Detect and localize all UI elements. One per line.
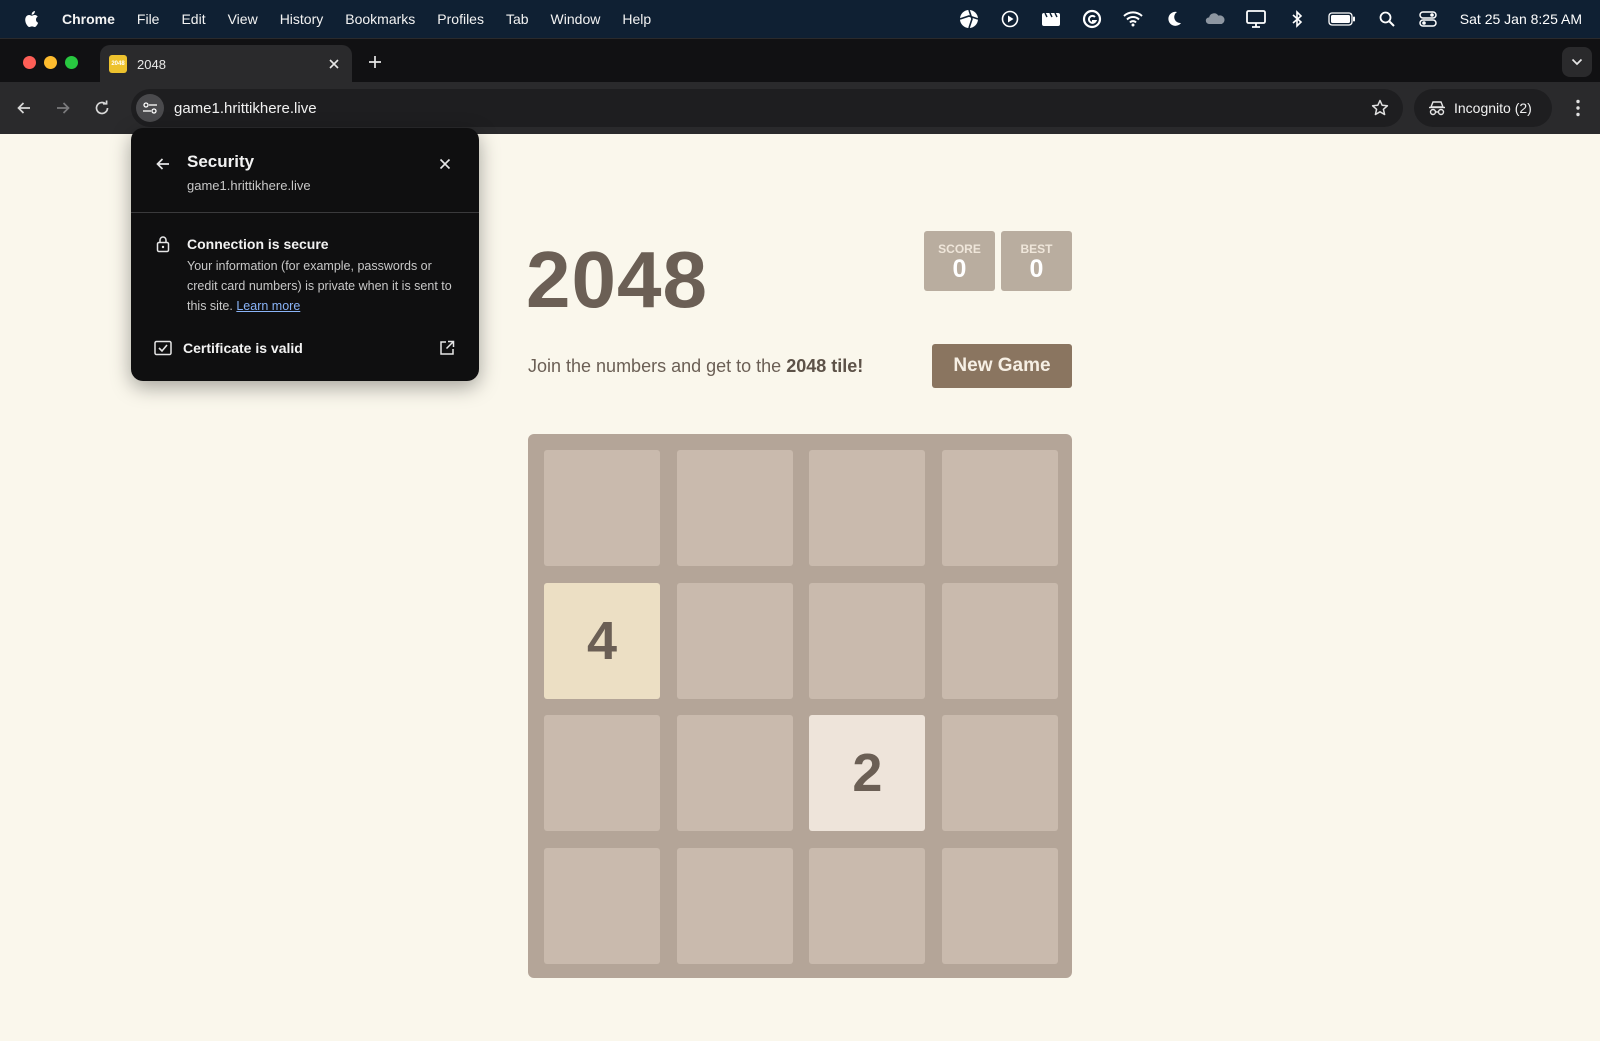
tab-2048[interactable]: 2048 2048 (100, 45, 352, 83)
back-arrow-icon[interactable] (12, 96, 36, 120)
game-intro: Join the numbers and get to the 2048 til… (528, 356, 863, 377)
site-info-tune-icon[interactable] (136, 94, 164, 122)
grid-cell-empty (544, 715, 660, 832)
grid-cell-empty (676, 715, 793, 832)
aperture-icon[interactable] (959, 9, 979, 29)
forward-arrow-icon[interactable] (51, 96, 75, 120)
connection-body: Your information (for example, passwords… (187, 256, 461, 316)
play-circle-icon[interactable] (1000, 9, 1020, 29)
macos-menu-bar: Chrome File Edit View History Bookmarks … (0, 0, 1600, 38)
search-icon[interactable] (1377, 9, 1397, 29)
incognito-profile-button[interactable]: Incognito (2) (1414, 89, 1552, 127)
game-title: 2048 (526, 235, 708, 324)
certificate-valid-item[interactable]: Certificate is valid (183, 340, 303, 356)
window-minimize-button[interactable] (44, 56, 57, 69)
clapper-icon[interactable] (1041, 9, 1061, 29)
grid-cell-empty (942, 450, 1059, 566)
url-text[interactable]: game1.hrittikhere.live (174, 100, 1369, 117)
bluetooth-icon[interactable] (1287, 9, 1307, 29)
plus-icon[interactable] (364, 51, 386, 73)
tile-2: 2 (809, 715, 926, 832)
score-label: SCORE (938, 242, 981, 256)
back-arrow-icon[interactable] (153, 154, 173, 174)
grammarly-icon[interactable] (1082, 9, 1102, 29)
wifi-icon[interactable] (1123, 9, 1143, 29)
incognito-icon (1428, 99, 1446, 117)
grid-cell-empty (676, 848, 793, 965)
tab-title: 2048 (137, 56, 166, 72)
more-vertical-icon[interactable] (1566, 96, 1590, 120)
menubar-status-area: Sat 25 Jan 8:25 AM (938, 0, 1582, 38)
menu-window[interactable]: Window (551, 11, 601, 27)
address-bar[interactable]: game1.hrittikhere.live (131, 89, 1403, 127)
grid-cell-empty (676, 450, 793, 566)
incognito-label: Incognito (2) (1454, 100, 1532, 116)
menubar-clock[interactable]: Sat 25 Jan 8:25 AM (1460, 11, 1582, 27)
grid-cell-empty (544, 848, 660, 965)
tab-favicon-icon: 2048 (109, 55, 127, 73)
external-link-icon[interactable] (437, 338, 457, 358)
display-icon[interactable] (1245, 9, 1266, 29)
apple-logo-icon[interactable] (22, 10, 40, 28)
close-icon[interactable] (435, 154, 455, 174)
grid-cell-empty (809, 848, 926, 965)
popup-host: game1.hrittikhere.live (187, 178, 311, 193)
cloud-icon[interactable] (1205, 9, 1225, 29)
menu-view[interactable]: View (228, 11, 258, 27)
menu-edit[interactable]: Edit (181, 11, 205, 27)
menu-tab[interactable]: Tab (506, 11, 529, 27)
score-box: SCORE 0 (924, 231, 995, 291)
popup-title: Security (187, 152, 255, 171)
grid-cell-empty (942, 715, 1059, 832)
score-value: 0 (952, 255, 967, 283)
best-value: 0 (1029, 255, 1044, 283)
menu-app-chrome[interactable]: Chrome (62, 11, 115, 27)
chrome-toolbar: game1.hrittikhere.live Incognito (2) (0, 82, 1600, 134)
grid-cell-empty (676, 582, 793, 699)
intro-goal: 2048 tile! (786, 356, 864, 376)
menu-file[interactable]: File (137, 11, 160, 27)
lock-icon (153, 234, 173, 254)
connection-title: Connection is secure (187, 236, 329, 252)
close-icon[interactable] (326, 56, 342, 72)
best-score-box: BEST 0 (1001, 231, 1072, 291)
intro-text: Join the numbers and get to the (528, 356, 782, 376)
grid-cell-empty (544, 450, 660, 566)
grid-cell-empty (809, 582, 926, 699)
grid-cell-empty (942, 582, 1059, 699)
chrome-tab-strip: 2048 2048 (0, 38, 1600, 83)
menu-help[interactable]: Help (622, 11, 651, 27)
new-game-button[interactable]: New Game (932, 344, 1072, 388)
window-zoom-button[interactable] (65, 56, 78, 69)
chevron-down-icon[interactable] (1562, 47, 1592, 77)
security-popup: Security game1.hrittikhere.live Connecti… (131, 128, 479, 381)
moon-icon[interactable] (1164, 9, 1184, 29)
certificate-check-icon (153, 338, 173, 358)
menu-profiles[interactable]: Profiles (437, 11, 484, 27)
battery-icon[interactable] (1328, 9, 1356, 29)
connection-description: Your information (for example, passwords… (187, 259, 452, 313)
reload-icon[interactable] (90, 96, 114, 120)
tile-4: 4 (544, 582, 660, 699)
menu-bookmarks[interactable]: Bookmarks (345, 11, 415, 27)
menu-history[interactable]: History (280, 11, 324, 27)
bookmark-star-icon[interactable] (1369, 97, 1391, 119)
grid-cell-empty (942, 848, 1059, 965)
control-center-icon[interactable] (1418, 9, 1438, 29)
best-label: BEST (1020, 242, 1053, 256)
window-close-button[interactable] (23, 56, 36, 69)
grid-cell-empty (809, 450, 926, 566)
game-board[interactable]: 42 (528, 434, 1072, 978)
learn-more-link[interactable]: Learn more (236, 299, 300, 313)
popup-divider (131, 212, 479, 213)
